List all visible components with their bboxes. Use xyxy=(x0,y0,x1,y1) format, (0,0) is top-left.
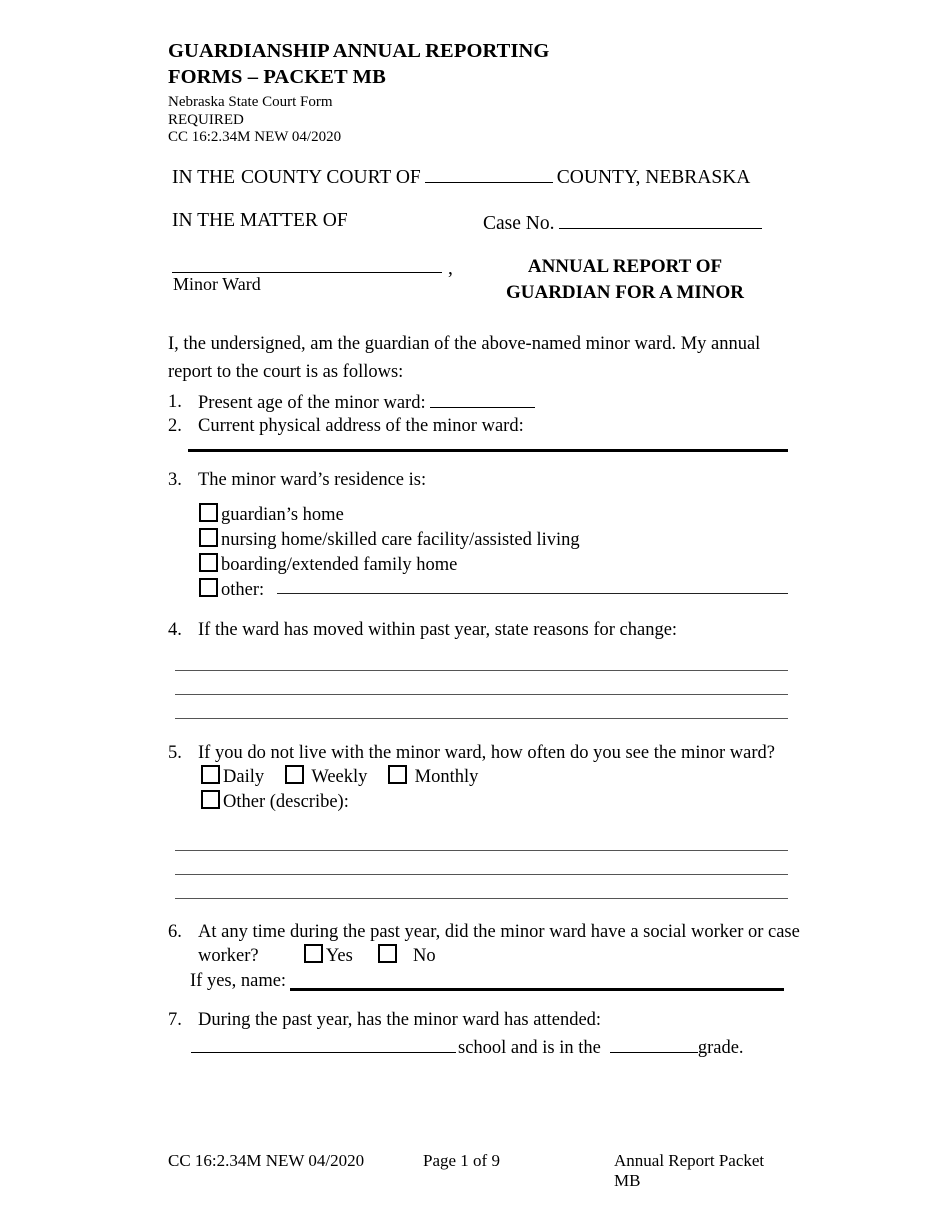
court-prefix-label: IN THE xyxy=(172,167,236,188)
item-6-social-worker-name-blank[interactable] xyxy=(290,988,784,991)
case-number-group: Case No. xyxy=(483,211,766,235)
item-7-grade-label: grade. xyxy=(697,1038,744,1058)
footer-packet-name: Annual Report Packet MB xyxy=(614,1151,765,1190)
item-5-frequency-options: Daily Weekly Monthly xyxy=(201,765,478,790)
report-title-line-2: GUARDIAN FOR A MINOR xyxy=(505,282,745,303)
court-heading: IN THE COUNTY COURT OF COUNTY, NEBRASKA xyxy=(172,165,750,189)
ward-name-blank[interactable] xyxy=(172,272,442,273)
item-6-if-yes-row: If yes, name: xyxy=(190,969,286,994)
item-1-body: Present age of the minor ward: xyxy=(198,390,788,416)
item-4-answer-line-2[interactable] xyxy=(175,694,788,695)
county-name-blank[interactable] xyxy=(424,165,553,183)
checkbox-icon[interactable] xyxy=(303,944,323,963)
item-3-option-boarding-home[interactable]: boarding/extended family home xyxy=(199,553,457,578)
item-3-option-nursing-home[interactable]: nursing home/skilled care facility/assis… xyxy=(199,528,580,553)
item-5: 5. If you do not live with the minor war… xyxy=(168,741,798,766)
item-7: 7. During the past year, has the minor w… xyxy=(168,1008,788,1033)
document-title-line-1: GUARDIANSHIP ANNUAL REPORTING xyxy=(168,40,550,62)
checkbox-icon[interactable] xyxy=(201,790,220,809)
item-5-number: 5. xyxy=(168,743,182,763)
checkbox-icon[interactable] xyxy=(201,765,220,784)
item-1: 1. Present age of the minor ward: xyxy=(168,390,788,416)
item-3-text: The minor ward’s residence is: xyxy=(198,470,427,490)
checkbox-icon[interactable] xyxy=(285,765,305,784)
item-5-option-0-label: Daily xyxy=(223,767,265,787)
report-title-line-1: ANNUAL REPORT OF xyxy=(527,256,723,277)
document-page: GUARDIANSHIP ANNUAL REPORTING FORMS – PA… xyxy=(0,0,950,1230)
item-5-option-other[interactable]: Other (describe): xyxy=(201,790,349,815)
item-3-option-1-label: nursing home/skilled care facility/assis… xyxy=(221,530,580,550)
item-3-number: 3. xyxy=(168,470,182,490)
intro-paragraph: I, the undersigned, am the guardian of t… xyxy=(168,334,761,382)
item-7-school-blank[interactable] xyxy=(191,1035,456,1053)
matter-heading: IN THE MATTER OF xyxy=(172,210,348,232)
item-5-answer-line-2[interactable] xyxy=(175,874,788,875)
item-5-answer-line-1[interactable] xyxy=(175,850,788,851)
item-7-grade-blank[interactable] xyxy=(609,1035,698,1053)
item-3-option-other[interactable]: other: xyxy=(199,578,264,603)
item-5-option-1-label: Weekly xyxy=(311,767,368,787)
form-source-label: Nebraska State Court Form xyxy=(168,94,333,110)
checkbox-icon[interactable] xyxy=(199,553,218,572)
document-subtitle-group: Nebraska State Court Form REQUIRED CC 16… xyxy=(168,94,808,147)
item-2: 2. Current physical address of the minor… xyxy=(168,414,788,439)
item-1-text: Present age of the minor ward: xyxy=(198,393,426,413)
item-5-option-3-label: Other (describe): xyxy=(223,792,349,812)
court-middle-label: COUNTY COURT OF xyxy=(241,167,421,188)
ward-name-caption: Minor Ward xyxy=(173,274,261,294)
item-4-number: 4. xyxy=(168,620,182,640)
checkbox-icon[interactable] xyxy=(387,765,407,784)
item-4: 4. If the ward has moved within past yea… xyxy=(168,618,788,643)
item-3: 3. The minor ward’s residence is: xyxy=(168,468,788,493)
item-7-text: During the past year, has the minor ward… xyxy=(198,1010,602,1030)
item-5-text: If you do not live with the minor ward, … xyxy=(198,743,775,763)
item-6-option-yes-label: Yes xyxy=(325,946,353,966)
item-7-school-row: school and is in the grade. xyxy=(191,1035,744,1061)
item-4-answer-line-3[interactable] xyxy=(175,718,788,719)
item-4-answer-line-1[interactable] xyxy=(175,670,788,671)
case-number-blank[interactable] xyxy=(558,211,762,229)
form-code-label: CC 16:2.34M NEW 04/2020 xyxy=(168,129,342,145)
item-3-other-blank[interactable] xyxy=(277,593,788,594)
item-7-school-label: school and is in the xyxy=(458,1038,601,1058)
item-3-option-0-label: guardian’s home xyxy=(221,505,344,525)
item-7-number: 7. xyxy=(168,1010,182,1030)
item-6-answer-row: worker? Yes No xyxy=(198,944,436,969)
checkbox-icon[interactable] xyxy=(199,503,218,522)
checkbox-icon[interactable] xyxy=(199,578,218,597)
document-header: GUARDIANSHIP ANNUAL REPORTING FORMS – PA… xyxy=(168,38,808,147)
item-3-option-2-label: boarding/extended family home xyxy=(221,555,458,575)
ward-name-comma: , xyxy=(448,258,453,279)
item-6-text-line-2: worker? xyxy=(198,946,259,966)
item-5-answer-line-3[interactable] xyxy=(175,898,788,899)
document-title-line-2: FORMS – PACKET MB xyxy=(168,66,386,88)
checkbox-icon[interactable] xyxy=(378,944,398,963)
item-6-if-yes-label: If yes, name: xyxy=(190,971,287,991)
item-4-text: If the ward has moved within past year, … xyxy=(198,620,678,640)
item-2-number: 2. xyxy=(168,416,182,436)
item-1-number: 1. xyxy=(168,392,182,412)
item-3-option-3-label: other: xyxy=(221,580,265,600)
item-6-text-line-1: At any time during the past year, did th… xyxy=(198,922,800,942)
footer-page-number: Page 1 of 9 xyxy=(423,1151,500,1170)
matter-label: IN THE MATTER OF xyxy=(172,210,348,231)
item-6-number: 6. xyxy=(168,922,182,942)
item-6: 6. At any time during the past year, did… xyxy=(168,920,808,945)
item-5-option-2-label: Monthly xyxy=(414,767,479,787)
footer-form-code: CC 16:2.34M NEW 04/2020 xyxy=(168,1151,365,1170)
item-2-text: Current physical address of the minor wa… xyxy=(198,416,524,436)
item-2-address-blank[interactable] xyxy=(188,449,788,452)
report-title: ANNUAL REPORT OF GUARDIAN FOR A MINOR xyxy=(475,254,775,306)
court-suffix-label: COUNTY, NEBRASKA xyxy=(556,167,751,188)
item-1-age-blank[interactable] xyxy=(429,390,535,408)
form-required-label: REQUIRED xyxy=(168,111,244,128)
case-number-label: Case No. xyxy=(483,213,555,234)
item-6-option-no-label: No xyxy=(413,946,436,966)
item-3-option-guardian-home[interactable]: guardian’s home xyxy=(199,503,344,528)
checkbox-icon[interactable] xyxy=(199,528,218,547)
